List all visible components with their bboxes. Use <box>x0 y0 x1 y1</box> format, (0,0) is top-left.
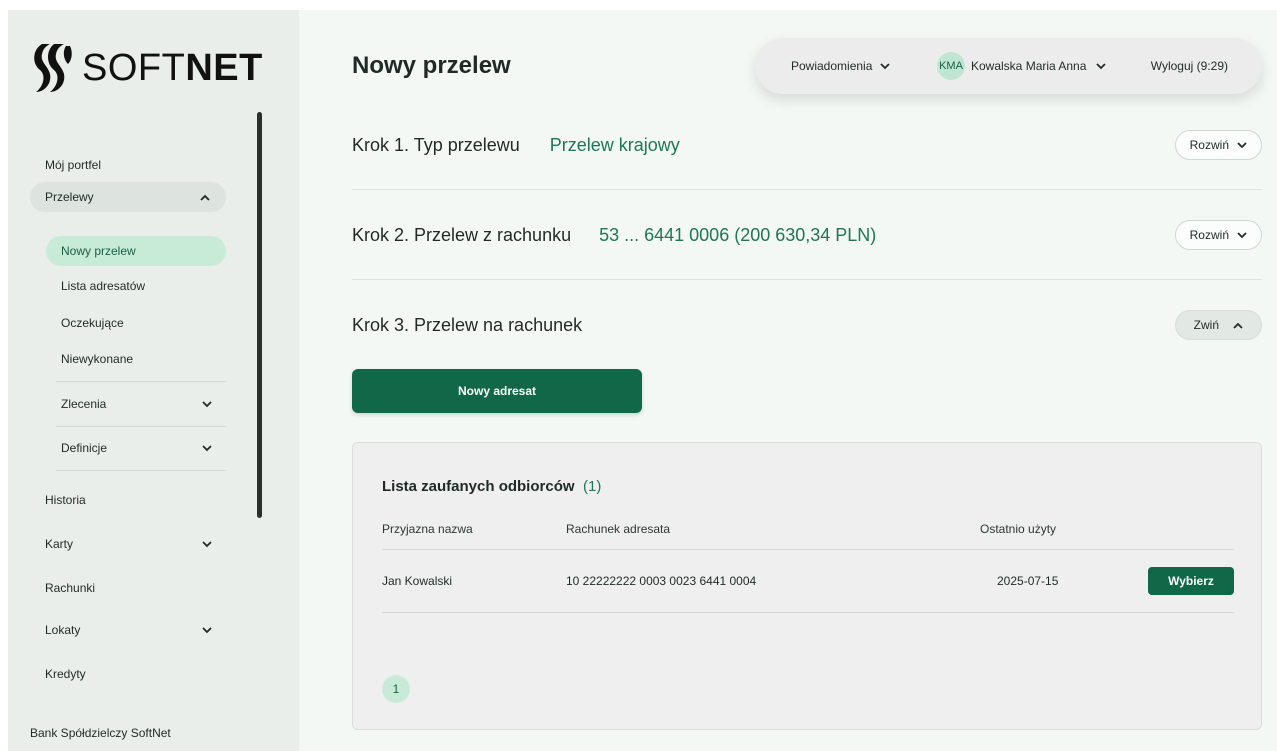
column-header-friendly-name[interactable]: Przyjazna nazwa <box>382 522 473 536</box>
sidebar-item-label: Definicje <box>61 441 108 455</box>
chevron-down-icon <box>202 400 212 408</box>
recipient-account: 10 22222222 0003 0023 6441 0004 <box>566 574 757 588</box>
sidebar-item-label: Mój portfel <box>45 158 102 172</box>
step-1: Krok 1. Typ przelewu Przelew krajowy Roz… <box>352 130 1262 160</box>
chevron-down-icon <box>202 540 212 548</box>
sidebar-item-definitions[interactable]: Definicje <box>46 431 226 465</box>
select-button[interactable]: Wybierz <box>1148 567 1234 595</box>
button-label: Zwiń <box>1193 318 1219 332</box>
chevron-up-icon <box>1233 318 1243 332</box>
last-used-date: 2025-07-15 <box>997 574 1059 588</box>
divider <box>352 189 1262 190</box>
bank-name-footer: Bank Spółdzielczy SoftNet <box>30 726 171 740</box>
sidebar-item-history[interactable]: Historia <box>30 485 226 515</box>
sidebar-item-label: Lokaty <box>45 623 81 637</box>
divider <box>352 279 1262 280</box>
sidebar-item-transfers[interactable]: Przelewy <box>30 182 226 212</box>
sidebar-item-my-portfolio[interactable]: Mój portfel <box>30 150 226 180</box>
chevron-down-icon <box>1237 138 1247 152</box>
sidebar-item-label: Oczekujące <box>61 316 124 330</box>
chevron-down-icon <box>1237 228 1247 242</box>
chevron-down-icon <box>1096 59 1107 73</box>
sidebar-item-label: Lista adresatów <box>61 279 146 293</box>
step-label: Krok 3. Przelew na rachunek <box>352 314 583 335</box>
column-header-last-used[interactable]: Ostatnio użyty <box>980 522 1056 536</box>
logo-text: SOFTNET <box>82 46 263 89</box>
sidebar-item-pending[interactable]: Oczekujące <box>46 308 226 338</box>
logout-button[interactable]: Wyloguj (9:29) <box>1151 59 1228 73</box>
sidebar-scrollbar[interactable] <box>257 112 262 518</box>
notifications-dropdown[interactable]: Powiadomienia <box>791 59 891 73</box>
panel-title: Lista zaufanych odbiorców <box>382 478 575 495</box>
pagination-page-1[interactable]: 1 <box>382 675 410 703</box>
sidebar-item-label: Niewykonane <box>61 352 134 366</box>
new-recipient-button[interactable]: Nowy adresat <box>352 369 642 413</box>
sidebar-item-label: Zlecenia <box>61 397 107 411</box>
chevron-down-icon <box>880 59 891 73</box>
expand-button[interactable]: Rozwiń <box>1174 130 1262 160</box>
sidebar-item-label: Nowy przelew <box>61 244 136 258</box>
divider <box>56 426 226 427</box>
recipient-count: (1) <box>583 478 602 495</box>
avatar: KMA <box>937 52 965 80</box>
user-name: Kowalska Maria Anna <box>971 59 1087 73</box>
recipient-name: Jan Kowalski <box>382 574 453 588</box>
sidebar-item-deposits[interactable]: Lokaty <box>30 615 226 645</box>
divider <box>56 381 226 382</box>
sidebar-item-accounts[interactable]: Rachunki <box>30 573 226 603</box>
step-label: Krok 2. Przelew z rachunku <box>352 224 572 245</box>
sidebar-item-new-transfer[interactable]: Nowy przelew <box>46 236 226 266</box>
sidebar-item-label: Karty <box>45 537 74 551</box>
softnet-logo-icon <box>34 44 72 92</box>
button-label: Rozwiń <box>1189 228 1229 242</box>
sidebar-item-label: Rachunki <box>45 581 96 595</box>
collapse-button[interactable]: Zwiń <box>1174 310 1262 340</box>
sidebar-item-label: Historia <box>45 493 86 507</box>
notifications-label: Powiadomienia <box>791 59 873 73</box>
step-3: Krok 3. Przelew na rachunek Zwiń <box>352 310 1262 340</box>
sidebar-item-orders[interactable]: Zlecenia <box>46 387 226 421</box>
column-header-account[interactable]: Rachunek adresata <box>566 522 670 536</box>
divider <box>56 470 226 471</box>
trusted-recipients-panel: Lista zaufanych odbiorców (1) Przyjazna … <box>352 442 1262 730</box>
button-label: Rozwiń <box>1189 138 1229 152</box>
top-bar: Powiadomienia KMA Kowalska Maria Anna Wy… <box>755 38 1262 94</box>
logo: SOFTNET <box>30 38 263 98</box>
expand-button[interactable]: Rozwiń <box>1174 220 1262 250</box>
step-value: 53 ... 6441 0006 (200 630,34 PLN) <box>599 224 877 245</box>
table-header-divider <box>382 549 1234 550</box>
sidebar-item-loans[interactable]: Kredyty <box>30 659 226 689</box>
chevron-up-icon <box>200 194 210 201</box>
chevron-down-icon <box>202 626 212 634</box>
chevron-down-icon <box>202 444 212 452</box>
sidebar-item-recipient-list[interactable]: Lista adresatów <box>46 271 226 301</box>
sidebar-item-label: Kredyty <box>45 667 86 681</box>
sidebar-item-failed[interactable]: Niewykonane <box>46 344 226 374</box>
table-row-divider <box>382 612 1234 613</box>
user-menu[interactable]: KMA Kowalska Maria Anna <box>937 52 1107 80</box>
page-title: Nowy przelew <box>352 52 511 79</box>
sidebar-item-label: Przelewy <box>45 190 94 204</box>
step-2: Krok 2. Przelew z rachunku 53 ... 6441 0… <box>352 220 1262 250</box>
sidebar-item-cards[interactable]: Karty <box>30 529 226 559</box>
step-value: Przelew krajowy <box>549 134 680 155</box>
step-label: Krok 1. Typ przelewu <box>352 134 520 155</box>
